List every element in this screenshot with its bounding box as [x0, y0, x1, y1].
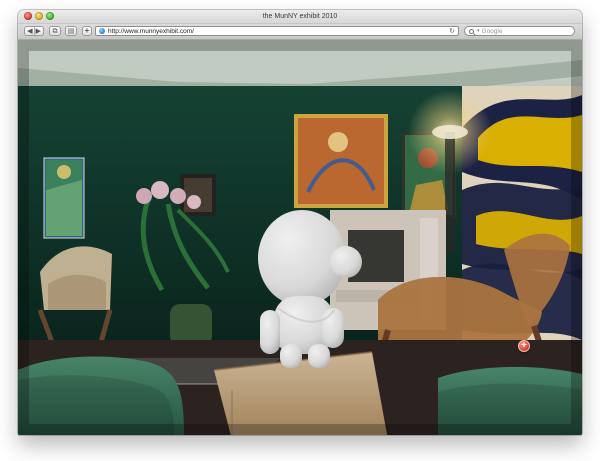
- url-text[interactable]: http://www.munnyexhibit.com/: [108, 28, 447, 35]
- search-placeholder: Google: [481, 27, 503, 35]
- address-bar[interactable]: http://www.munnyexhibit.com/ ↻: [95, 26, 459, 36]
- search-field[interactable]: ▾ Google: [464, 26, 575, 36]
- window-title: the MunNY exhibit 2010: [262, 13, 338, 20]
- munny-room-photo: [18, 40, 582, 435]
- web-content: +: [18, 40, 582, 435]
- title-bar: the MunNY exhibit 2010: [18, 10, 582, 24]
- browser-window: the MunNY exhibit 2010 ◀ ▶ ⧉ ▤ + http://…: [18, 10, 582, 435]
- add-bookmark-button[interactable]: +: [82, 26, 92, 36]
- reader-button[interactable]: ▤: [65, 26, 77, 36]
- forward-button[interactable]: ▶: [36, 28, 41, 35]
- navigation-buttons: ◀ ▶: [24, 26, 44, 36]
- plus-circle-icon[interactable]: +: [518, 340, 530, 352]
- search-menu-icon[interactable]: ▾: [477, 28, 480, 34]
- globe-icon: [99, 28, 105, 34]
- search-icon: [469, 28, 474, 34]
- reload-icon[interactable]: ↻: [449, 27, 455, 35]
- browser-toolbar: ◀ ▶ ⧉ ▤ + http://www.munnyexhibit.com/ ↻…: [18, 24, 582, 40]
- back-button[interactable]: ◀: [27, 28, 32, 35]
- nav-separator: [33, 27, 35, 35]
- screenshot-button[interactable]: ⧉: [49, 26, 61, 36]
